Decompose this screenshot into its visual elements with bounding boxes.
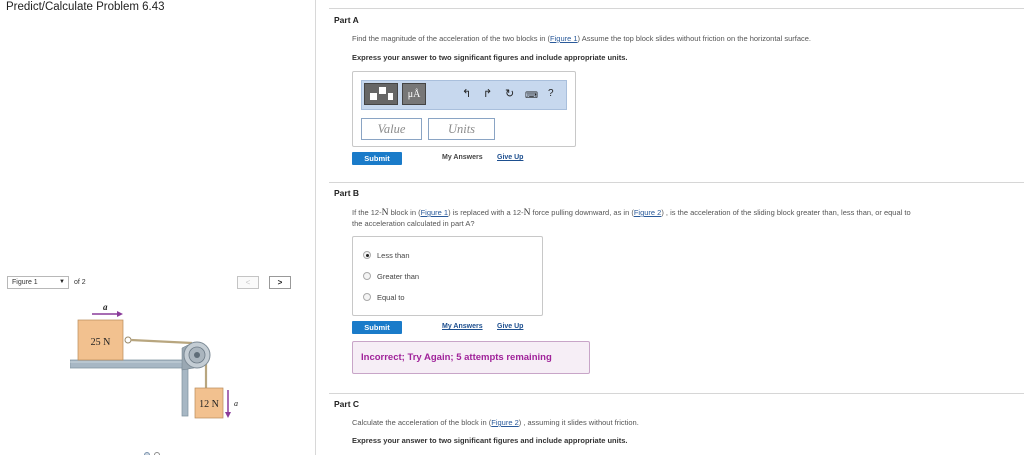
keyboard-icon[interactable]: ⌨: [525, 88, 538, 102]
math-toolbar: μÅ ↰ ↱ ↻ ⌨ ?: [361, 80, 567, 110]
acceleration-arrowhead-top: [117, 311, 123, 317]
part-a-question: Find the magnitude of the acceleration o…: [352, 34, 811, 43]
question-panel: Part A Find the magnitude of the acceler…: [317, 0, 1024, 455]
divider: [329, 182, 1024, 183]
choice-less-than[interactable]: Less than: [363, 251, 410, 261]
redo-icon[interactable]: ↱: [483, 87, 492, 101]
units-input[interactable]: Units: [428, 118, 495, 140]
choice-equal-to[interactable]: Equal to: [363, 293, 405, 303]
figure-2-link[interactable]: Figure 2: [491, 418, 519, 427]
figure-count-label: of 2: [74, 279, 86, 286]
chevron-down-icon: ▼: [59, 279, 65, 285]
part-b-title: Part B: [334, 188, 360, 198]
rope-horizontal: [130, 338, 193, 345]
part-c-title: Part C: [334, 399, 360, 409]
figure-1-link[interactable]: Figure 1: [421, 208, 449, 217]
table: [70, 359, 189, 417]
templates-icon[interactable]: [364, 83, 398, 105]
radio-less-than[interactable]: [363, 251, 371, 259]
figure-select[interactable]: Figure 1 ▼: [7, 276, 69, 289]
previous-figure-button[interactable]: <: [237, 276, 259, 289]
undo-icon[interactable]: ↰: [462, 87, 471, 101]
part-a-answer-box: μÅ ↰ ↱ ↻ ⌨ ? Value Units: [352, 71, 576, 147]
part-b-question-line-2: the acceleration calculated in part A?: [352, 219, 475, 228]
units-icon[interactable]: μÅ: [402, 83, 426, 105]
part-a-my-answers-link[interactable]: My Answers: [442, 153, 483, 163]
reset-icon[interactable]: ↻: [505, 87, 514, 101]
problem-title: Predict/Calculate Problem 6.43: [6, 1, 165, 13]
figure-select-value: Figure 1: [12, 279, 38, 286]
figure-1-diagram: a 25 N 12 N a: [70, 302, 238, 419]
radio-greater-than[interactable]: [363, 272, 371, 280]
block-12n-label: 12 N: [199, 399, 219, 410]
divider: [329, 393, 1024, 394]
figure-pagination: [144, 445, 164, 455]
acceleration-label-side: a: [234, 399, 238, 408]
part-a-submit-button[interactable]: Submit: [352, 152, 402, 165]
acceleration-arrowhead-side: [225, 412, 231, 418]
part-c-question: Calculate the acceleration of the block …: [352, 418, 639, 427]
part-b-question: If the 12-N block in (Figure 1) is repla…: [352, 208, 911, 218]
help-icon[interactable]: ?: [548, 87, 554, 101]
part-b-submit-button[interactable]: Submit: [352, 321, 402, 334]
part-b-feedback: Incorrect; Try Again; 5 attempts remaini…: [352, 341, 590, 374]
part-c-instruction: Express your answer to two significant f…: [352, 436, 628, 445]
acceleration-label-top: a: [103, 302, 108, 312]
choice-greater-than[interactable]: Greater than: [363, 272, 419, 282]
figure-2-link[interactable]: Figure 2: [634, 208, 662, 217]
figure-navigation: Figure 1 ▼ of 2 < >: [7, 276, 301, 290]
part-a-title: Part A: [334, 15, 359, 25]
divider: [329, 8, 1024, 9]
value-input[interactable]: Value: [361, 118, 422, 140]
figure-panel: Predict/Calculate Problem 6.43 Figure 1 …: [0, 0, 316, 455]
part-b-choices: Less than Greater than Equal to: [352, 236, 543, 316]
part-b-give-up-link[interactable]: Give Up: [497, 322, 523, 332]
radio-equal-to[interactable]: [363, 293, 371, 301]
next-figure-button[interactable]: >: [269, 276, 291, 289]
part-a-instruction: Express your answer to two significant f…: [352, 53, 628, 62]
block-25n-label: 25 N: [91, 337, 111, 348]
part-a-give-up-link[interactable]: Give Up: [497, 153, 523, 163]
figure-1-link[interactable]: Figure 1: [550, 34, 578, 43]
part-b-my-answers-link[interactable]: My Answers: [442, 322, 483, 332]
